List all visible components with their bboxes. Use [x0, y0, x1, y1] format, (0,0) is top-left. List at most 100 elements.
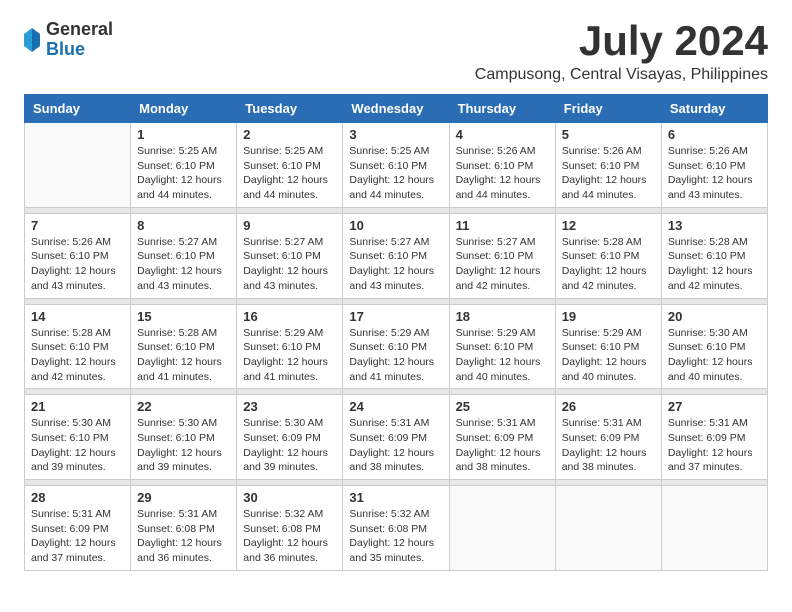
weekday-header-saturday: Saturday: [661, 95, 767, 123]
day-info: Sunrise: 5:29 AM Sunset: 6:10 PM Dayligh…: [243, 326, 336, 385]
day-number: 22: [137, 399, 230, 414]
day-info: Sunrise: 5:30 AM Sunset: 6:10 PM Dayligh…: [31, 416, 124, 475]
weekday-header-row: SundayMondayTuesdayWednesdayThursdayFrid…: [25, 95, 768, 123]
day-info: Sunrise: 5:26 AM Sunset: 6:10 PM Dayligh…: [31, 235, 124, 294]
calendar-cell: 2 Sunrise: 5:25 AM Sunset: 6:10 PM Daylig…: [237, 123, 343, 208]
logo-icon: [22, 26, 42, 54]
calendar-cell: 7Sunrise: 5:26 AM Sunset: 6:10 PM Daylig…: [25, 213, 131, 298]
weekday-header-monday: Monday: [131, 95, 237, 123]
calendar-cell: 9Sunrise: 5:27 AM Sunset: 6:10 PM Daylig…: [237, 213, 343, 298]
calendar-cell: 1Sunrise: 5:25 AM Sunset: 6:10 PM Daylig…: [131, 123, 237, 208]
day-number: 31: [349, 490, 442, 505]
day-info: Sunrise: 5:32 AM Sunset: 6:08 PM Dayligh…: [243, 507, 336, 566]
day-info: Sunrise: 5:30 AM Sunset: 6:10 PM Dayligh…: [137, 416, 230, 475]
day-info: Sunrise: 5:27 AM Sunset: 6:10 PM Dayligh…: [456, 235, 549, 294]
calendar-cell: [25, 123, 131, 208]
week-row-2: 7Sunrise: 5:26 AM Sunset: 6:10 PM Daylig…: [25, 213, 768, 298]
calendar-cell: 25 Sunrise: 5:31 AM Sunset: 6:09 PM Dayli…: [449, 395, 555, 480]
day-number: 6: [668, 127, 761, 142]
logo-text: General Blue: [46, 20, 113, 60]
calendar-cell: 16 Sunrise: 5:29 AM Sunset: 6:10 PM Dayli…: [237, 304, 343, 389]
day-info: Sunrise: 5:31 AM Sunset: 6:09 PM Dayligh…: [31, 507, 124, 566]
calendar-cell: 12Sunrise: 5:28 AM Sunset: 6:10 PM Dayli…: [555, 213, 661, 298]
calendar-cell: 14 Sunrise: 5:28 AM Sunset: 6:10 PM Dayli…: [25, 304, 131, 389]
weekday-header-tuesday: Tuesday: [237, 95, 343, 123]
calendar-cell: 6 Sunrise: 5:26 AM Sunset: 6:10 PM Daylig…: [661, 123, 767, 208]
title-section: July 2024 Campusong, Central Visayas, Ph…: [475, 20, 768, 84]
day-number: 3: [349, 127, 442, 142]
day-info: Sunrise: 5:27 AM Sunset: 6:10 PM Dayligh…: [243, 235, 336, 294]
month-title: July 2024: [475, 20, 768, 62]
weekday-header-sunday: Sunday: [25, 95, 131, 123]
week-row-5: 28 Sunrise: 5:31 AM Sunset: 6:09 PM Dayli…: [25, 486, 768, 571]
day-number: 21: [31, 399, 124, 414]
page-header: General Blue July 2024 Campusong, Centra…: [24, 20, 768, 84]
day-number: 17: [349, 309, 442, 324]
day-number: 26: [562, 399, 655, 414]
day-info: Sunrise: 5:29 AM Sunset: 6:10 PM Dayligh…: [562, 326, 655, 385]
weekday-header-thursday: Thursday: [449, 95, 555, 123]
calendar-cell: 5Sunrise: 5:26 AM Sunset: 6:10 PM Daylig…: [555, 123, 661, 208]
day-number: 19: [562, 309, 655, 324]
calendar-cell: 29Sunrise: 5:31 AM Sunset: 6:08 PM Dayli…: [131, 486, 237, 571]
day-info: Sunrise: 5:32 AM Sunset: 6:08 PM Dayligh…: [349, 507, 442, 566]
week-row-4: 21 Sunrise: 5:30 AM Sunset: 6:10 PM Dayli…: [25, 395, 768, 480]
weekday-header-wednesday: Wednesday: [343, 95, 449, 123]
day-number: 23: [243, 399, 336, 414]
calendar-cell: 20 Sunrise: 5:30 AM Sunset: 6:10 PM Dayli…: [661, 304, 767, 389]
week-row-1: 1Sunrise: 5:25 AM Sunset: 6:10 PM Daylig…: [25, 123, 768, 208]
day-number: 16: [243, 309, 336, 324]
calendar-cell: [555, 486, 661, 571]
day-number: 24: [349, 399, 442, 414]
calendar-cell: 19 Sunrise: 5:29 AM Sunset: 6:10 PM Dayli…: [555, 304, 661, 389]
day-info: Sunrise: 5:28 AM Sunset: 6:10 PM Dayligh…: [137, 326, 230, 385]
week-row-3: 14 Sunrise: 5:28 AM Sunset: 6:10 PM Dayli…: [25, 304, 768, 389]
day-number: 11: [456, 218, 549, 233]
calendar-cell: 27 Sunrise: 5:31 AM Sunset: 6:09 PM Dayli…: [661, 395, 767, 480]
day-number: 2: [243, 127, 336, 142]
day-info: Sunrise: 5:31 AM Sunset: 6:09 PM Dayligh…: [456, 416, 549, 475]
day-number: 27: [668, 399, 761, 414]
day-info: Sunrise: 5:30 AM Sunset: 6:10 PM Dayligh…: [668, 326, 761, 385]
day-info: Sunrise: 5:26 AM Sunset: 6:10 PM Dayligh…: [668, 144, 761, 203]
day-number: 18: [456, 309, 549, 324]
day-number: 13: [668, 218, 761, 233]
day-info: Sunrise: 5:27 AM Sunset: 6:10 PM Dayligh…: [137, 235, 230, 294]
calendar-cell: 23 Sunrise: 5:30 AM Sunset: 6:09 PM Dayli…: [237, 395, 343, 480]
day-info: Sunrise: 5:30 AM Sunset: 6:09 PM Dayligh…: [243, 416, 336, 475]
day-number: 20: [668, 309, 761, 324]
day-info: Sunrise: 5:28 AM Sunset: 6:10 PM Dayligh…: [562, 235, 655, 294]
calendar-cell: 17Sunrise: 5:29 AM Sunset: 6:10 PM Dayli…: [343, 304, 449, 389]
calendar-cell: 18 Sunrise: 5:29 AM Sunset: 6:10 PM Dayli…: [449, 304, 555, 389]
day-number: 4: [456, 127, 549, 142]
day-info: Sunrise: 5:26 AM Sunset: 6:10 PM Dayligh…: [562, 144, 655, 203]
calendar-cell: 8 Sunrise: 5:27 AM Sunset: 6:10 PM Daylig…: [131, 213, 237, 298]
day-number: 15: [137, 309, 230, 324]
day-info: Sunrise: 5:28 AM Sunset: 6:10 PM Dayligh…: [31, 326, 124, 385]
day-number: 25: [456, 399, 549, 414]
calendar-cell: 11 Sunrise: 5:27 AM Sunset: 6:10 PM Dayli…: [449, 213, 555, 298]
calendar-cell: [449, 486, 555, 571]
day-info: Sunrise: 5:28 AM Sunset: 6:10 PM Dayligh…: [668, 235, 761, 294]
day-number: 10: [349, 218, 442, 233]
day-info: Sunrise: 5:29 AM Sunset: 6:10 PM Dayligh…: [456, 326, 549, 385]
logo-blue-text: Blue: [46, 40, 113, 60]
day-info: Sunrise: 5:25 AM Sunset: 6:10 PM Dayligh…: [349, 144, 442, 203]
day-info: Sunrise: 5:27 AM Sunset: 6:10 PM Dayligh…: [349, 235, 442, 294]
day-number: 8: [137, 218, 230, 233]
day-number: 30: [243, 490, 336, 505]
day-info: Sunrise: 5:25 AM Sunset: 6:10 PM Dayligh…: [243, 144, 336, 203]
calendar-cell: 22 Sunrise: 5:30 AM Sunset: 6:10 PM Dayli…: [131, 395, 237, 480]
day-info: Sunrise: 5:31 AM Sunset: 6:09 PM Dayligh…: [668, 416, 761, 475]
calendar-cell: 26 Sunrise: 5:31 AM Sunset: 6:09 PM Dayli…: [555, 395, 661, 480]
calendar-cell: 24Sunrise: 5:31 AM Sunset: 6:09 PM Dayli…: [343, 395, 449, 480]
calendar-cell: 30 Sunrise: 5:32 AM Sunset: 6:08 PM Dayli…: [237, 486, 343, 571]
day-number: 28: [31, 490, 124, 505]
day-info: Sunrise: 5:31 AM Sunset: 6:09 PM Dayligh…: [562, 416, 655, 475]
day-number: 14: [31, 309, 124, 324]
calendar-cell: 21 Sunrise: 5:30 AM Sunset: 6:10 PM Dayli…: [25, 395, 131, 480]
day-info: Sunrise: 5:26 AM Sunset: 6:10 PM Dayligh…: [456, 144, 549, 203]
logo-general-text: General: [46, 20, 113, 40]
calendar-cell: 4 Sunrise: 5:26 AM Sunset: 6:10 PM Daylig…: [449, 123, 555, 208]
calendar-table: SundayMondayTuesdayWednesdayThursdayFrid…: [24, 94, 768, 571]
